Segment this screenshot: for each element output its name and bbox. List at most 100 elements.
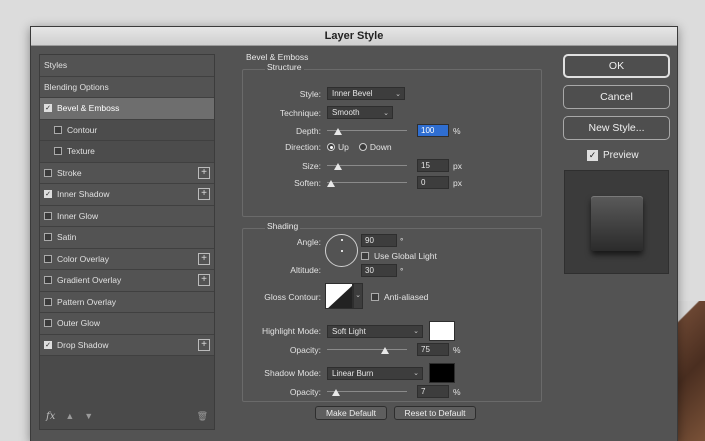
direction-up-label: Up: [338, 142, 349, 152]
size-slider[interactable]: [327, 161, 407, 171]
highlight-opacity-input[interactable]: 75: [417, 343, 449, 356]
depth-input[interactable]: 100: [417, 124, 449, 137]
shadow-opacity-slider[interactable]: [327, 387, 407, 397]
style-item-label: Styles: [44, 60, 68, 71]
style-item-checkbox[interactable]: [44, 233, 52, 242]
soften-input[interactable]: 0: [417, 176, 449, 189]
styles-list-panel: Styles Blending Options ✓ Bevel & Emboss Con…: [39, 54, 215, 430]
style-item-label: Inner Glow: [57, 210, 99, 221]
ok-button[interactable]: OK: [563, 54, 670, 78]
style-item-color-overlay[interactable]: Color Overlay +: [40, 248, 214, 270]
style-item-checkbox[interactable]: [54, 147, 62, 156]
depth-slider[interactable]: [327, 126, 407, 136]
style-item-styles[interactable]: Styles: [40, 55, 214, 77]
anti-aliased-checkbox[interactable]: [371, 293, 379, 301]
gloss-contour-label: Gloss Contour:: [264, 292, 321, 302]
highlight-mode-label: Highlight Mode:: [261, 326, 321, 336]
style-item-inner-shadow[interactable]: ✓ Inner Shadow +: [40, 184, 214, 206]
move-up-icon[interactable]: ▲: [65, 411, 74, 421]
style-item-pattern-overlay[interactable]: Pattern Overlay: [40, 291, 214, 313]
shadow-mode-label: Shadow Mode:: [264, 368, 321, 378]
trash-icon[interactable]: 🗑: [197, 411, 208, 422]
move-down-icon[interactable]: ▼: [84, 411, 93, 421]
size-input[interactable]: 15: [417, 159, 449, 172]
angle-dial[interactable]: [325, 234, 358, 267]
shadow-color-swatch[interactable]: [429, 363, 455, 383]
highlight-opacity-slider[interactable]: [327, 345, 407, 355]
style-item-checkbox[interactable]: [44, 254, 52, 263]
style-item-checkbox[interactable]: [44, 297, 52, 306]
style-item-satin[interactable]: Satin: [40, 227, 214, 249]
altitude-unit: °: [400, 265, 404, 276]
style-item-label: Outer Glow: [57, 318, 100, 329]
gloss-contour-picker[interactable]: [325, 283, 353, 309]
style-item-checkbox[interactable]: [54, 125, 62, 134]
direction-down-radio[interactable]: [358, 143, 367, 151]
style-item-inner-glow[interactable]: Inner Glow: [40, 205, 214, 227]
style-item-label: Stroke: [57, 167, 82, 178]
highlight-opacity-unit: %: [453, 344, 461, 355]
style-item-blending-options[interactable]: Blending Options: [40, 76, 214, 98]
angle-unit: °: [400, 235, 404, 246]
highlight-mode-value: Soft Light: [332, 326, 366, 336]
highlight-color-swatch[interactable]: [429, 321, 455, 341]
technique-select[interactable]: Smooth ⌄: [327, 106, 393, 119]
style-item-stroke[interactable]: Stroke +: [40, 162, 214, 184]
direction-up-radio[interactable]: [327, 143, 335, 151]
soften-slider-thumb[interactable]: [327, 179, 335, 187]
shadow-opacity-input[interactable]: 7: [417, 385, 449, 398]
highlight-opacity-thumb[interactable]: [381, 346, 389, 354]
depth-unit: %: [453, 125, 461, 136]
style-item-checkbox[interactable]: [44, 319, 52, 328]
new-style-button[interactable]: New Style...: [563, 116, 670, 140]
style-item-label: Contour: [67, 124, 98, 135]
technique-label: Technique:: [279, 107, 321, 118]
size-label: Size:: [302, 160, 321, 171]
soften-slider[interactable]: [327, 178, 407, 188]
shading-group: Shading Angle: 90 ° Use Global Light Alt…: [242, 221, 542, 402]
style-item-checkbox[interactable]: [44, 168, 52, 177]
preview-toggle[interactable]: ✓ Preview: [587, 150, 639, 161]
highlight-mode-select[interactable]: Soft Light ⌄: [327, 324, 423, 338]
reset-default-button[interactable]: Reset to Default: [394, 406, 476, 420]
size-slider-thumb[interactable]: [334, 162, 343, 170]
add-effect-icon[interactable]: +: [198, 188, 210, 200]
style-item-checkbox[interactable]: ✓: [44, 340, 52, 349]
style-item-texture[interactable]: Texture: [40, 141, 214, 163]
fx-icon[interactable]: fx: [46, 411, 55, 422]
style-item-gradient-overlay[interactable]: Gradient Overlay +: [40, 270, 214, 292]
style-item-bevel-emboss[interactable]: ✓ Bevel & Emboss: [40, 98, 214, 120]
global-light-checkbox[interactable]: [361, 252, 369, 260]
depth-slider-thumb[interactable]: [334, 127, 343, 135]
chevron-down-icon: ⌄: [413, 370, 419, 377]
shading-title: Shading: [265, 221, 301, 231]
style-item-checkbox[interactable]: [44, 276, 52, 285]
style-select-value: Inner Bevel: [332, 89, 373, 98]
add-effect-icon[interactable]: +: [198, 274, 210, 286]
preview-checkbox[interactable]: ✓: [587, 150, 598, 161]
style-item-checkbox[interactable]: [44, 211, 52, 220]
style-item-checkbox[interactable]: ✓: [44, 104, 52, 113]
gloss-contour-dropdown[interactable]: ⌄: [353, 283, 363, 309]
style-item-drop-shadow[interactable]: ✓ Drop Shadow +: [40, 334, 214, 356]
shadow-mode-select[interactable]: Linear Burn ⌄: [327, 366, 423, 380]
direction-down-label: Down: [369, 142, 392, 152]
shadow-mode-value: Linear Burn: [332, 368, 374, 378]
angle-input[interactable]: 90: [361, 234, 397, 247]
altitude-input[interactable]: 30: [361, 264, 397, 277]
add-effect-icon[interactable]: +: [198, 166, 210, 179]
style-item-label: Color Overlay: [57, 253, 109, 264]
shadow-opacity-thumb[interactable]: [332, 388, 341, 396]
style-select[interactable]: Inner Bevel ⌄: [327, 87, 405, 100]
style-item-label: Satin: [57, 232, 77, 243]
style-item-contour[interactable]: Contour: [40, 119, 214, 141]
style-item-checkbox[interactable]: ✓: [44, 190, 52, 199]
depth-label: Depth:: [295, 125, 321, 136]
add-effect-icon[interactable]: +: [198, 338, 210, 351]
make-default-button[interactable]: Make Default: [315, 406, 387, 420]
cancel-button[interactable]: Cancel: [563, 85, 670, 109]
style-item-outer-glow[interactable]: Outer Glow: [40, 313, 214, 335]
altitude-label: Altitude:: [290, 265, 321, 275]
structure-group: Structure Style: Inner Bevel ⌄ Technique:…: [242, 62, 542, 217]
add-effect-icon[interactable]: +: [198, 252, 210, 265]
